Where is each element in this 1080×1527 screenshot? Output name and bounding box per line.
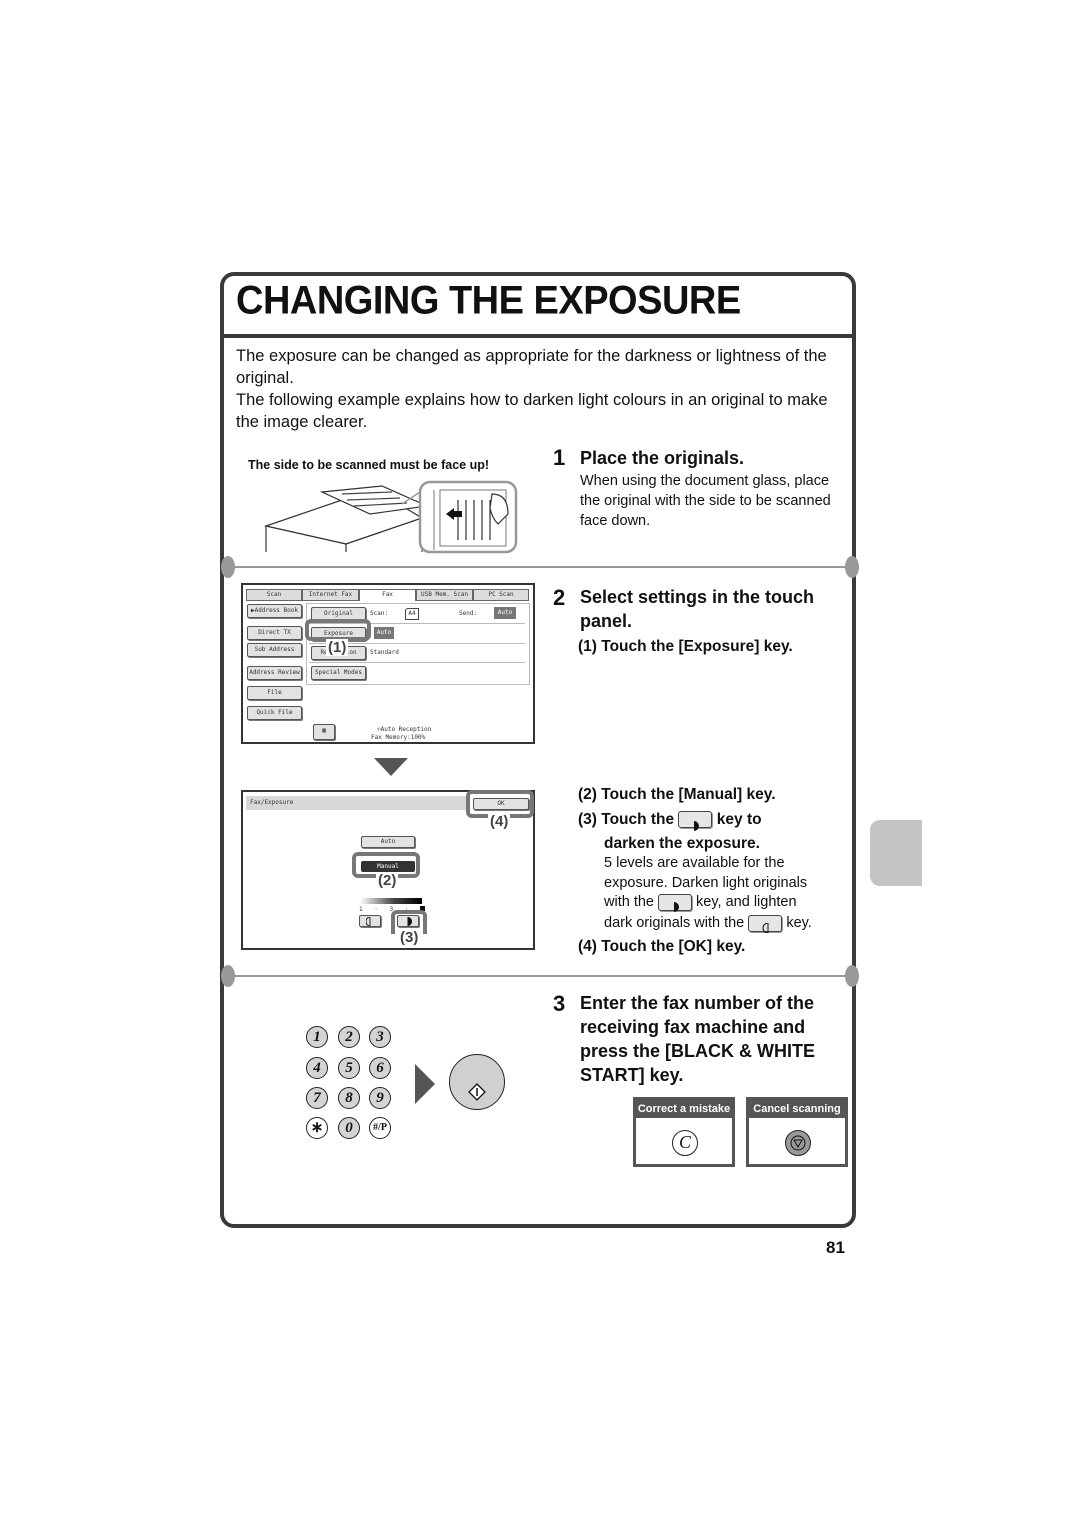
key-1[interactable]: 1 — [306, 1026, 328, 1048]
page-title: CHANGING THE EXPOSURE — [236, 278, 741, 324]
darken-key-icon — [678, 811, 713, 832]
exposure-level-bar — [360, 898, 422, 904]
step-2-number: 2 — [553, 585, 566, 610]
step-3-title-line-4: START] key. — [580, 1065, 684, 1085]
special-modes-button[interactable]: Special Modes — [311, 666, 366, 680]
key-0[interactable]: 0 — [338, 1117, 360, 1139]
file-button[interactable]: File — [247, 686, 302, 700]
send-label: Send: — [459, 610, 478, 617]
darken-key-icon — [658, 893, 693, 912]
job-status-icon-button[interactable]: ▦ — [313, 724, 335, 740]
exposure-screen-header: Fax/Exposure — [246, 796, 468, 810]
black-and-white-start-key[interactable] — [449, 1054, 505, 1110]
substep-3-desc-1: 5 levels are available for the — [604, 855, 785, 871]
scan-size-value: A4 — [405, 608, 419, 620]
substep-3: (3) Touch the key to — [578, 808, 762, 832]
scale-tick: 1 — [359, 906, 363, 913]
step-3-title-line-3: press the [BLACK & WHITE — [580, 1041, 816, 1061]
step-3-title-line-1: Enter the fax number of the — [580, 993, 815, 1013]
section-divider — [228, 975, 848, 977]
key-6[interactable]: 6 — [369, 1057, 391, 1079]
divider-knob-right — [845, 965, 859, 987]
direct-tx-button[interactable]: Direct TX — [247, 626, 302, 640]
lighten-key[interactable] — [359, 915, 381, 927]
scan-label: Scan: — [370, 610, 389, 617]
substep-3-prefix: (3) Touch the — [578, 811, 675, 828]
touch-panel-fax-screen: Scan Internet Fax Fax USB Mem. Scan PC S… — [241, 583, 535, 744]
intro-paragraph-2: The following example explains how to da… — [236, 391, 828, 431]
scale-tick: · — [374, 906, 378, 913]
callout-1: (1) — [326, 639, 349, 656]
tab-internet-fax[interactable]: Internet Fax — [302, 589, 359, 601]
resolution-value: Standard — [370, 649, 399, 656]
section-divider — [228, 566, 848, 568]
substep-3-desc-3: with the key, and lighten — [604, 893, 797, 912]
substep-3-desc-2: exposure. Darken light originals — [604, 875, 808, 891]
key-2[interactable]: 2 — [338, 1026, 360, 1048]
correct-mistake-box: Correct a mistake C — [633, 1097, 735, 1167]
fax-status-line-2: Fax Memory:100% — [371, 734, 426, 741]
key-hash-p[interactable]: #/P — [369, 1117, 391, 1139]
step-3-number: 3 — [553, 991, 566, 1016]
address-book-button[interactable]: ▶Address Book — [247, 604, 302, 618]
divider-knob-right — [845, 556, 859, 578]
send-value: Auto — [494, 607, 516, 619]
half-moon-light-icon — [365, 916, 371, 927]
key-7[interactable]: 7 — [306, 1087, 328, 1109]
substep-1: (1) Touch the [Exposure] key. — [578, 638, 793, 655]
key-5[interactable]: 5 — [338, 1057, 360, 1079]
start-diamond-icon — [468, 1083, 486, 1101]
key-9[interactable]: 9 — [369, 1087, 391, 1109]
exposure-highlight — [305, 619, 371, 641]
clear-key[interactable]: C — [672, 1130, 698, 1156]
address-review-button[interactable]: Address Review — [247, 666, 302, 680]
key-4[interactable]: 4 — [306, 1057, 328, 1079]
key-8[interactable]: 8 — [338, 1087, 360, 1109]
step-1-description: When using the document glass, place the… — [580, 473, 831, 529]
page-number: 81 — [826, 1238, 845, 1257]
auto-button[interactable]: Auto — [361, 836, 415, 848]
step-2-title-line-2: panel. — [580, 611, 633, 631]
fax-status-line-1: ✆Auto Reception — [377, 726, 432, 733]
callout-3: (3) — [398, 929, 421, 946]
callout-4: (4) — [488, 813, 511, 830]
lighten-key-icon — [748, 914, 783, 934]
numeric-keypad: 1 2 3 4 5 6 7 8 9 ∗ 0 #/P — [306, 1026, 396, 1144]
substep-3-desc-4: dark originals with the key. — [604, 914, 812, 934]
right-arrow-icon — [415, 1064, 435, 1104]
substep-2: (2) Touch the [Manual] key. — [578, 786, 776, 803]
exposure-value: Auto — [374, 627, 394, 639]
tab-scan[interactable]: Scan — [246, 589, 302, 601]
row-divider — [309, 662, 525, 663]
substep-3-suffix: key to — [716, 811, 762, 828]
divider-knob-left — [221, 556, 235, 578]
divider-knob-left — [221, 965, 235, 987]
step-3-title-line-2: receiving fax machine and — [580, 1017, 806, 1037]
tab-usb-mem-scan[interactable]: USB Mem. Scan — [416, 589, 473, 601]
tab-fax[interactable]: Fax — [359, 589, 416, 601]
stop-key[interactable] — [785, 1130, 811, 1156]
sub-address-button[interactable]: Sub Address — [247, 643, 302, 657]
down-arrow-icon — [374, 758, 408, 776]
substep-4: (4) Touch the [OK] key. — [578, 938, 746, 955]
cancel-scanning-label: Cancel scanning — [749, 1100, 845, 1118]
tab-pc-scan[interactable]: PC Scan — [473, 589, 529, 601]
cancel-scanning-box: Cancel scanning — [746, 1097, 848, 1167]
document-feeder-illustration — [263, 480, 518, 554]
illustration-caption: The side to be scanned must be face up! — [248, 458, 490, 472]
stop-icon — [790, 1135, 806, 1151]
step-1-title: Place the originals. — [580, 448, 745, 468]
callout-2: (2) — [376, 872, 399, 889]
quick-file-button[interactable]: Quick File — [247, 706, 302, 720]
intro-paragraph-1: The exposure can be changed as appropria… — [236, 347, 827, 387]
key-3[interactable]: 3 — [369, 1026, 391, 1048]
key-asterisk[interactable]: ∗ — [306, 1117, 328, 1139]
chapter-side-tab — [870, 820, 922, 886]
step-2-title-line-1: Select settings in the touch — [580, 587, 815, 607]
correct-mistake-label: Correct a mistake — [636, 1100, 732, 1118]
step-1-number: 1 — [553, 445, 566, 470]
